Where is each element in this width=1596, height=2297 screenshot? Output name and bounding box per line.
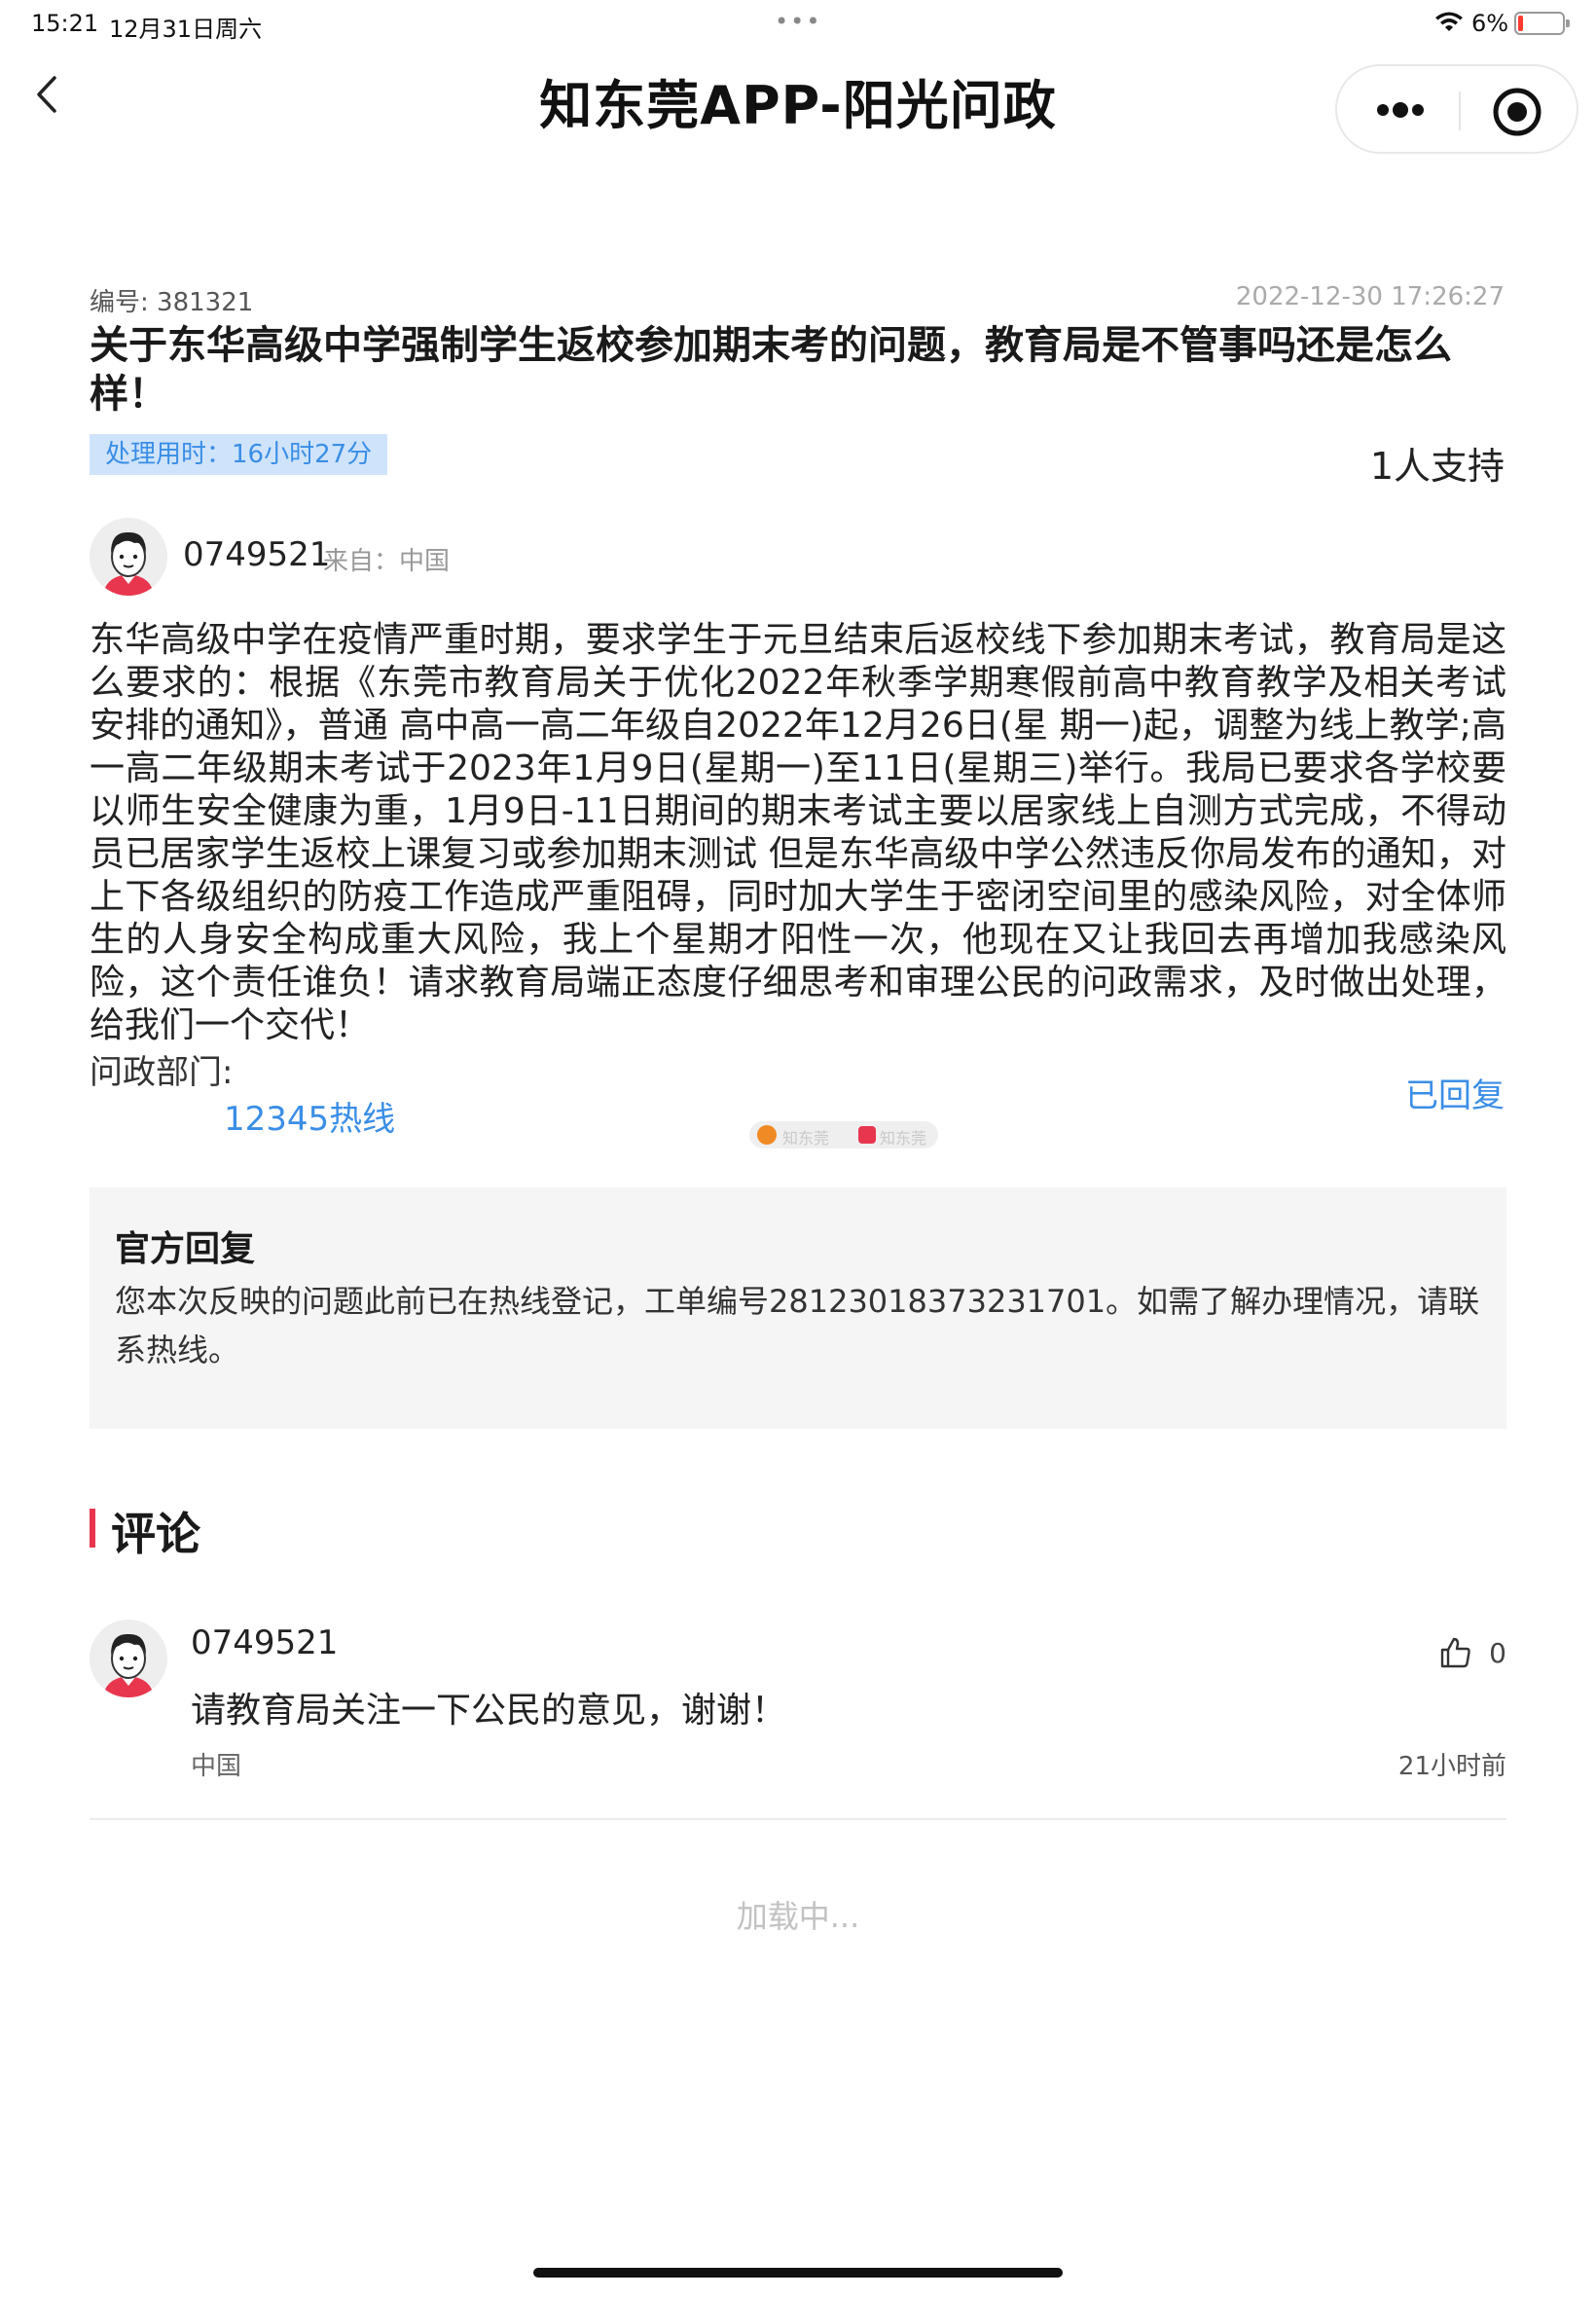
avatar-face-icon: [90, 518, 167, 596]
comment-author: 0749521: [191, 1623, 339, 1662]
department-name[interactable]: 12345热线: [224, 1092, 395, 1140]
processing-time-badge: 处理用时：16小时27分: [90, 434, 388, 475]
official-reply-heading: 官方回复: [115, 1229, 256, 1269]
avatar-face-icon: [90, 1620, 167, 1697]
capsule-divider: [1459, 91, 1461, 130]
wifi-icon: [1435, 12, 1463, 31]
department-label: 问政部门:: [90, 1053, 234, 1092]
author-row: 0749521 来自：中国: [90, 518, 868, 596]
status-bar: 15:21 12月31日周六 ••• 6%: [0, 0, 1596, 47]
heading-accent-bar: [90, 1509, 95, 1548]
battery-icon: [1514, 12, 1570, 35]
comment-text: 请教育局关注一下公民的意见，谢谢！: [191, 1691, 787, 1731]
avatar: [90, 1620, 167, 1697]
comment-location: 中国: [191, 1752, 242, 1781]
question-title: 关于东华高级中学强制学生返校参加期末考的问题，教育局是不管事吗还是怎么样！: [90, 323, 1452, 417]
mini-program-capsule: [1335, 64, 1578, 154]
author-from: 来自：中国: [323, 547, 451, 576]
reply-status: 已回复: [1405, 1076, 1505, 1115]
comment-item: 0749521 请教育局关注一下公民的意见，谢谢！ 中国 21小时前 0: [90, 1620, 1506, 1820]
watermark-logo: 知东莞 知东莞: [749, 1121, 938, 1148]
page-title: 知东莞APP-阳光问政: [539, 75, 1057, 136]
multitasking-dots[interactable]: •••: [775, 8, 821, 35]
like-button[interactable]: 0: [1438, 1633, 1506, 1672]
question-id-label: 编号:: [90, 288, 149, 317]
loading-indicator: 加载中...: [736, 1898, 860, 1935]
target-icon[interactable]: [1491, 86, 1543, 138]
chevron-left-icon[interactable]: [29, 70, 68, 119]
status-time: 15:21: [31, 10, 99, 37]
official-reply-body: 您本次反映的问题此前已在热线登记，工单编号28123018373231701。如…: [115, 1283, 1480, 1368]
support-count[interactable]: 1人支持: [1370, 436, 1505, 490]
question-meta: 编号: 381321 2022-12-30 17:26:27: [90, 282, 1505, 317]
avatar: [90, 518, 167, 596]
like-count: 0: [1489, 1637, 1506, 1669]
author-name: 0749521: [183, 535, 331, 574]
thumbs-up-icon: [1440, 1637, 1470, 1668]
question-body: 东华高级中学在疫情严重时期，要求学生于元旦结束后返校线下参加期末考试，教育局是这…: [90, 620, 1506, 1045]
question-datetime: 2022-12-30 17:26:27: [1235, 282, 1505, 311]
comment-time: 21小时前: [1397, 1752, 1506, 1781]
question-id: 381321: [157, 288, 254, 317]
home-indicator[interactable]: [533, 2268, 1063, 2278]
battery-percent: 6%: [1471, 10, 1509, 37]
more-dots-icon[interactable]: [1366, 86, 1434, 134]
comments-title: 评论: [111, 1508, 200, 1560]
status-date: 12月31日周六: [109, 16, 263, 43]
official-reply-card: 官方回复 您本次反映的问题此前已在热线登记，工单编号28123018373231…: [90, 1187, 1506, 1429]
